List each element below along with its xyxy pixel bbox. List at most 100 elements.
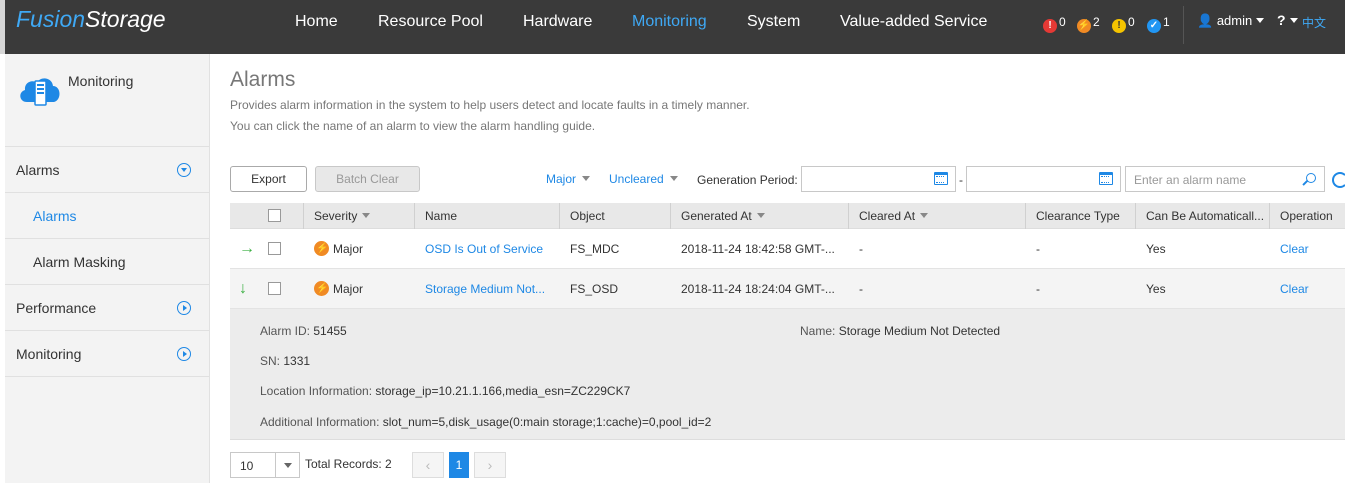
alarm-detail-panel: Alarm ID: 51455 Name: Storage Medium Not…	[230, 309, 1345, 440]
nav-home[interactable]: Home	[295, 0, 338, 44]
warning-alarm-count[interactable]: ✓ 1	[1147, 13, 1170, 33]
status-filter-dropdown[interactable]: Uncleared	[609, 172, 678, 186]
sidebar-group-performance[interactable]: Performance	[5, 285, 209, 331]
sort-icon	[362, 213, 371, 218]
warning-alarm-icon: ✓	[1147, 19, 1161, 33]
total-records: Total Records: 2	[305, 457, 392, 471]
sort-icon	[920, 213, 929, 218]
table-row[interactable]: → Major OSD Is Out of Service FS_MDC 201…	[230, 229, 1345, 269]
table-row[interactable]: ↓ Major Storage Medium Not... FS_OSD 201…	[230, 269, 1345, 309]
column-clearance-type: Clearance Type	[1025, 203, 1120, 229]
top-navigation-bar: FusionStorage Home Resource Pool Hardwar…	[0, 0, 1345, 54]
cleared-at-cell: -	[859, 242, 863, 256]
clear-action-link[interactable]: Clear	[1280, 229, 1309, 269]
row-checkbox[interactable]	[268, 242, 281, 255]
sidebar-group-monitoring[interactable]: Monitoring	[5, 331, 209, 377]
nav-monitoring[interactable]: Monitoring	[632, 0, 707, 44]
window-edge	[0, 0, 5, 54]
product-logo[interactable]: FusionStorage	[16, 6, 166, 33]
minor-alarm-count[interactable]: ! 0	[1112, 13, 1135, 33]
nav-value-added-service[interactable]: Value-added Service	[840, 0, 987, 44]
calendar-icon[interactable]	[934, 172, 948, 185]
main-content: Alarms Provides alarm information in the…	[211, 54, 1345, 483]
date-range-separator: -	[959, 173, 963, 187]
chevron-down-icon	[582, 176, 591, 181]
sidebar-group-alarms[interactable]: Alarms	[5, 147, 209, 193]
sidebar-item-alarm-masking[interactable]: Alarm Masking	[5, 239, 209, 285]
alarm-name-link[interactable]: OSD Is Out of Service	[425, 229, 560, 269]
alarm-name-link[interactable]: Storage Medium Not...	[425, 269, 560, 309]
auto-clear-cell: Yes	[1146, 282, 1166, 296]
nav-system[interactable]: System	[747, 0, 800, 44]
generated-at-cell: 2018-11-24 18:42:58 GMT-...	[681, 242, 835, 256]
severity-cell: Major	[314, 229, 363, 269]
sidebar: Monitoring Alarms Alarms Alarm Masking P…	[5, 54, 210, 483]
prev-page-button[interactable]: ‹	[412, 452, 444, 478]
major-alarm-icon: ⚡	[1077, 19, 1091, 33]
row-checkbox[interactable]	[268, 282, 281, 295]
batch-clear-button[interactable]: Batch Clear	[315, 166, 420, 192]
nav-hardware[interactable]: Hardware	[523, 0, 592, 44]
column-severity[interactable]: Severity	[303, 203, 371, 229]
severity-cell: Major	[314, 269, 363, 309]
object-cell: FS_OSD	[570, 282, 619, 296]
select-all-checkbox[interactable]	[268, 209, 281, 222]
alarm-name-search-input[interactable]: Enter an alarm name	[1125, 166, 1325, 192]
logo-text-fusion: Fusion	[16, 6, 86, 32]
column-generated-at[interactable]: Generated At	[670, 203, 765, 229]
detail-location: Location Information: storage_ip=10.21.1…	[260, 384, 631, 398]
major-severity-icon	[314, 269, 329, 309]
user-name: admin	[1216, 13, 1253, 28]
search-icon[interactable]	[1306, 173, 1316, 183]
start-date-input[interactable]	[801, 166, 956, 192]
page-description-2: You can click the name of an alarm to vi…	[230, 119, 596, 133]
search-placeholder: Enter an alarm name	[1134, 173, 1247, 187]
end-date-input[interactable]	[966, 166, 1121, 192]
object-cell: FS_MDC	[570, 242, 620, 256]
generation-period-label: Generation Period:	[697, 173, 798, 187]
detail-alarm-id: Alarm ID: 51455	[260, 324, 347, 338]
column-auto-clear: Can Be Automaticall...	[1135, 203, 1264, 229]
topbar-divider	[1183, 6, 1184, 44]
major-severity-icon	[314, 229, 329, 269]
column-cleared-at[interactable]: Cleared At	[848, 203, 929, 229]
sidebar-header: Monitoring	[5, 54, 209, 147]
column-operation: Operation	[1269, 203, 1333, 229]
chevron-down-icon	[1256, 18, 1265, 23]
critical-alarm-count[interactable]: ! 0	[1043, 13, 1066, 33]
sidebar-title: Monitoring	[68, 73, 134, 89]
sidebar-item-alarms[interactable]: Alarms	[5, 193, 209, 239]
table-header: Severity Name Object Generated At Cleare…	[230, 203, 1345, 229]
minor-alarm-icon: !	[1112, 19, 1126, 33]
page-size-select[interactable]: 10	[230, 452, 300, 478]
nav-resource-pool[interactable]: Resource Pool	[378, 0, 483, 44]
detail-name: Name: Storage Medium Not Detected	[800, 324, 1001, 338]
language-switch[interactable]: 中文	[1302, 14, 1326, 31]
expand-arrow-down-icon[interactable]: ↓	[239, 281, 247, 297]
logo-text-storage: Storage	[85, 6, 166, 32]
clearance-type-cell: -	[1036, 242, 1040, 256]
page-title: Alarms	[230, 68, 296, 91]
refresh-icon[interactable]	[1332, 172, 1345, 188]
critical-alarm-icon: !	[1043, 19, 1057, 33]
export-button[interactable]: Export	[230, 166, 307, 192]
severity-filter-dropdown[interactable]: Major	[546, 172, 591, 186]
chevron-down-icon	[669, 176, 678, 181]
clearance-type-cell: -	[1036, 282, 1040, 296]
cloud-monitoring-icon	[20, 78, 60, 106]
sort-icon	[756, 213, 765, 218]
clear-action-link[interactable]: Clear	[1280, 269, 1309, 309]
column-object: Object	[559, 203, 605, 229]
column-name: Name	[414, 203, 457, 229]
major-alarm-count[interactable]: ⚡ 2	[1077, 13, 1100, 33]
auto-clear-cell: Yes	[1146, 242, 1166, 256]
calendar-icon[interactable]	[1099, 172, 1113, 185]
expand-arrow-right-icon[interactable]: →	[239, 241, 255, 257]
next-page-button[interactable]: ›	[474, 452, 506, 478]
generated-at-cell: 2018-11-24 18:24:04 GMT-...	[681, 282, 835, 296]
help-menu[interactable]: ?	[1277, 12, 1298, 28]
page-1-button[interactable]: 1	[449, 452, 469, 478]
expand-circle-right-icon	[177, 301, 191, 315]
user-menu[interactable]: 👤 admin	[1197, 13, 1265, 29]
detail-additional-info: Additional Information: slot_num=5,disk_…	[260, 415, 712, 429]
